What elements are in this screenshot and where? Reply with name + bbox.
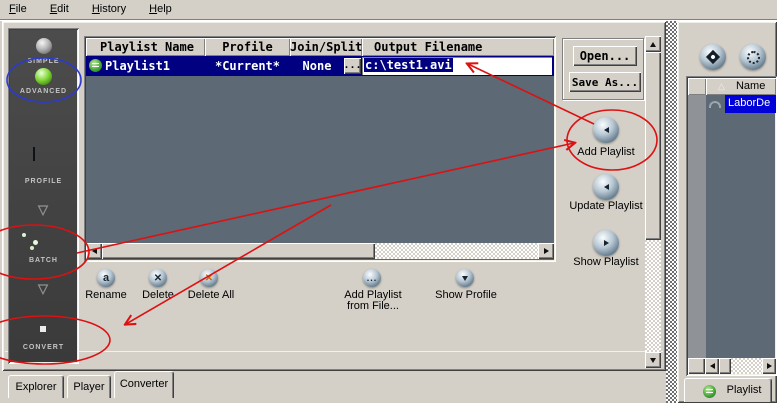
tab-player[interactable]: Player [67,375,111,398]
hscroll-track[interactable] [375,243,538,259]
rename-label: Rename [80,289,132,301]
scroll-down-icon [650,358,656,363]
simple-sphere-icon [36,38,52,54]
menu-help[interactable]: Help [146,0,175,18]
rename-button[interactable]: a [97,269,115,287]
name-column-label: Name [736,80,765,92]
batch-mode-button[interactable]: BATCH [8,226,79,272]
show-playlist-button[interactable] [593,230,619,256]
sort-triangle-icon: △ [718,81,725,91]
scroll-right-icon [767,363,772,369]
delete-all-button[interactable]: ✕ [200,269,218,287]
listview-gutter-column [688,95,706,358]
scroll-left-icon [92,248,97,254]
target-icon [706,50,720,64]
save-as-button[interactable]: Save As... [569,72,641,92]
scroll-right-button[interactable] [762,358,776,374]
open-button[interactable]: Open... [573,46,637,66]
row-join-split: None [290,59,344,73]
right-hscroll-track[interactable] [731,358,762,374]
right-hscroll-thumb[interactable] [719,358,731,374]
column-header-join-split[interactable]: Join/Split [290,38,362,56]
menu-history[interactable]: History [89,0,129,18]
delete-button[interactable]: ✕ [149,269,167,287]
column-header-output-filename[interactable]: Output Filename [362,38,554,56]
convert-mode-button[interactable]: CONVERT [8,314,79,360]
table-hscrollbar[interactable] [86,243,554,259]
menu-file[interactable]: File [6,0,30,18]
hscroll-thumb[interactable] [102,243,375,259]
add-playlist-label: Add Playlist [568,146,644,158]
listview-item-name: LaborDe [725,95,776,113]
simple-label: SIMPLE [8,58,79,65]
add-playlist-button[interactable] [593,117,619,143]
delete-all-label: Delete All [180,289,242,301]
profile-diamond-icon [33,147,35,161]
table-row[interactable]: Playlist1 *Current* None ... c:\test1.av… [86,56,554,76]
splitter-handle[interactable] [666,21,677,403]
column-header-profile[interactable]: Profile [205,38,290,56]
column-header-name[interactable]: △ Name [706,78,776,95]
tab-playlist[interactable]: Playlist [684,378,772,402]
scroll-down-button[interactable] [645,352,661,368]
playlist-tab-label: Playlist [727,384,762,396]
delete-label: Delete [132,289,184,301]
advanced-mode-button[interactable]: ADVANCED [8,66,79,102]
add-playlist-from-file-label-2: from File... [330,300,416,312]
show-profile-button[interactable] [456,269,474,287]
profile-label: PROFILE [8,178,79,185]
scroll-right-button[interactable] [538,243,554,259]
scroll-left-icon [710,363,715,369]
advanced-label: ADVANCED [8,88,79,95]
locate-button[interactable] [700,44,726,70]
scroll-corner-button[interactable] [688,358,705,374]
listview-row[interactable]: LaborDe [706,95,776,113]
add-playlist-from-file-button[interactable]: ... [363,269,381,287]
show-playlist-icon [604,240,609,246]
batch-label: BATCH [8,257,79,264]
main-panel-bottom-line [5,351,663,352]
show-profile-icon [462,276,468,281]
playlist-item-icon [89,59,102,72]
refresh-button[interactable] [740,44,766,70]
listview-corner-header[interactable] [688,78,706,95]
row-profile: *Current* [205,59,290,73]
show-profile-label: Show Profile [430,289,502,301]
output-filename-selected-text: c:\test1.avi [364,58,453,72]
menu-bar: File Edit History Help [0,0,777,19]
show-playlist-label: Show Playlist [568,256,644,268]
update-playlist-icon [604,184,609,190]
right-hscrollbar[interactable] [688,358,776,374]
convert-label: CONVERT [8,344,79,351]
scroll-right-icon [544,248,549,254]
vscroll-track[interactable] [645,240,661,352]
update-playlist-button[interactable] [593,174,619,200]
row-playlist-name: Playlist1 [105,59,170,73]
output-filename-field[interactable]: c:\test1.avi [362,57,552,75]
scroll-up-icon [650,42,656,47]
advanced-sphere-icon [35,68,52,85]
dotted-circle-icon [747,51,760,64]
tab-converter[interactable]: Converter [114,371,174,398]
column-header-playlist-name[interactable]: Playlist Name [86,38,205,56]
playlist-tab-icon [703,385,716,398]
scroll-up-button[interactable] [645,36,661,52]
media-arc-icon [709,101,721,108]
profile-mode-button[interactable]: PROFILE [8,144,79,190]
update-playlist-label: Update Playlist [562,200,650,212]
scroll-left-button[interactable] [705,358,719,374]
add-playlist-icon [604,127,609,133]
scroll-left-button[interactable] [86,243,102,259]
tab-explorer[interactable]: Explorer [8,375,64,398]
separator-triangle-icon: ▽ [9,281,78,297]
separator-triangle-icon: ▽ [9,202,78,218]
menu-edit[interactable]: Edit [47,0,72,18]
browse-output-button[interactable]: ... [344,58,361,74]
